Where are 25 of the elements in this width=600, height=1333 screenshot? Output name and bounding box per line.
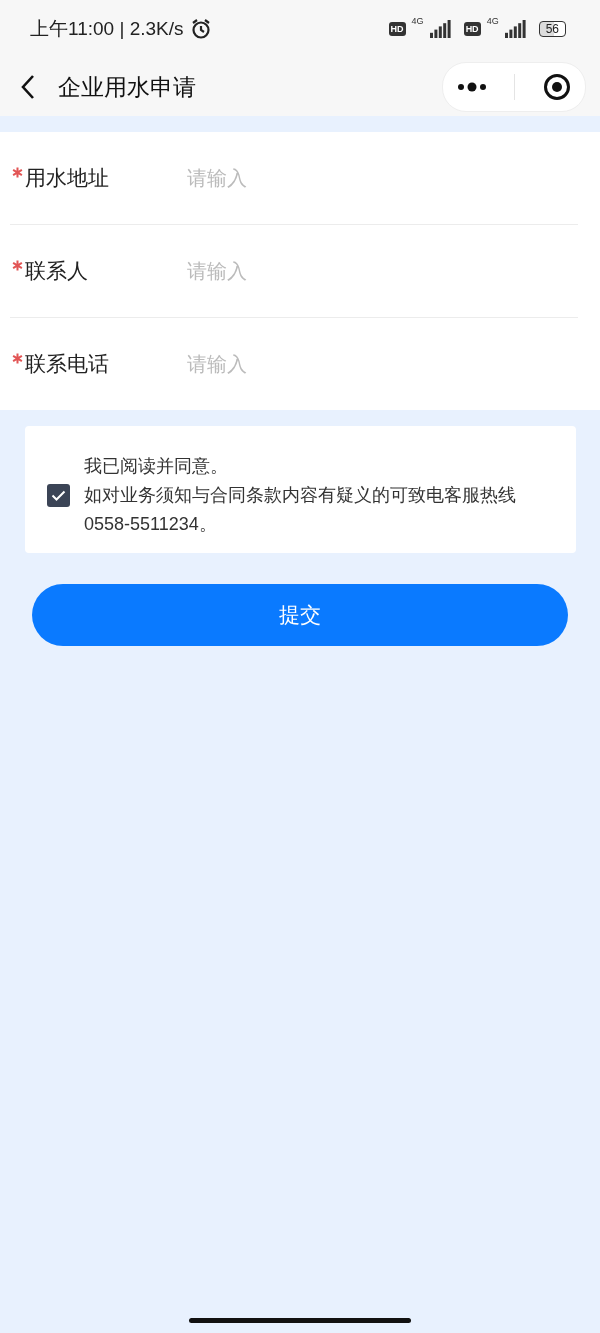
agreement-checkbox[interactable] [47,484,70,507]
more-icon[interactable] [456,82,487,92]
field-label: 用水地址 [25,165,110,191]
input-field[interactable]: 请输入 [187,251,578,291]
battery-indicator: 56 [538,21,566,37]
status-time: 上午11:00 | 2.3K/s [30,17,184,41]
network-label: 4G [486,16,499,26]
field-label: 联系人 [25,258,89,284]
signal-icon [504,20,527,38]
input-field[interactable]: 请输入 [187,158,578,198]
agreement-text: 如对业务须知与合同条款内容有疑义的可致电客服热线 0558-5511234。 [84,484,517,536]
page-title: 企业用水申请 [58,72,196,102]
hd-badge: HD [388,22,406,36]
target-icon[interactable] [543,73,572,101]
signal-icon [429,20,452,38]
submit-button[interactable]: 提交 [32,584,568,646]
hd-badge: HD [463,22,481,36]
network-label: 4G [411,16,424,26]
back-icon[interactable] [20,74,36,100]
home-indicator[interactable] [189,1317,411,1323]
input-field[interactable]: 请输入 [187,344,578,384]
field-label: 联系电话 [25,351,110,377]
check-icon [51,490,66,501]
agreement-text: 我已阅读并同意。 [84,455,229,478]
alarm-clock-icon [189,18,212,40]
